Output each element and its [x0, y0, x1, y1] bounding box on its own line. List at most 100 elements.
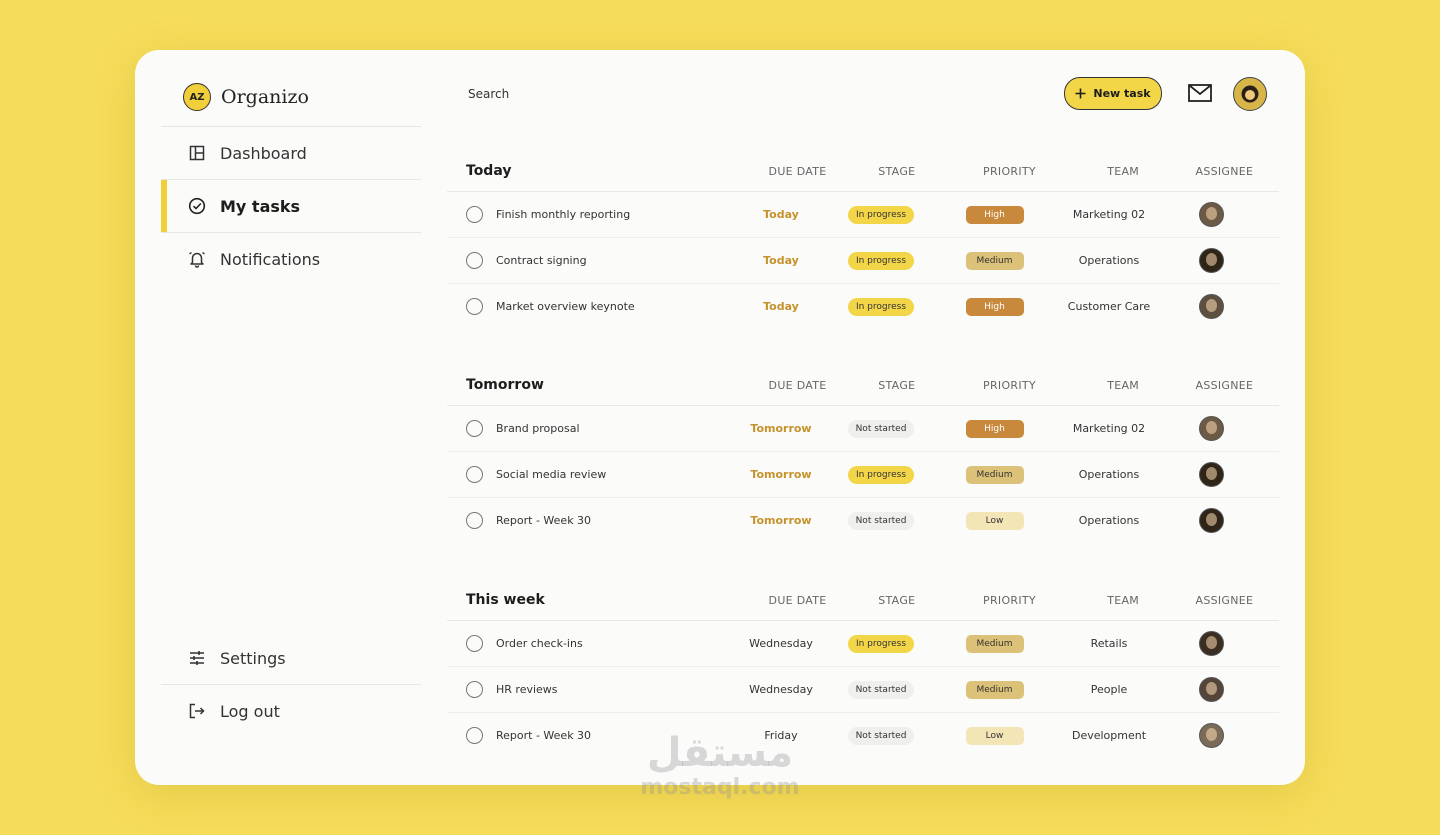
priority-cell: Low: [927, 726, 1062, 745]
sidebar-item-notifications[interactable]: Notifications: [161, 233, 421, 285]
column-header-due-date[interactable]: DUE DATE: [744, 165, 851, 178]
task-section: Tomorrow DUE DATE STAGE PRIORITY TEAM ASSIGNE…: [447, 365, 1279, 543]
stage-badge[interactable]: Not started: [847, 511, 915, 530]
assignee-avatar[interactable]: [1198, 508, 1224, 533]
task-checkbox[interactable]: [466, 206, 483, 223]
team-name: Marketing 02: [1072, 422, 1146, 435]
task-name[interactable]: Market overview keynote: [496, 300, 635, 313]
task-checkbox[interactable]: [466, 635, 483, 652]
table-row[interactable]: Report - Week 30 Friday Not started Low Deve…: [447, 713, 1279, 758]
stage-badge[interactable]: In progress: [847, 251, 915, 270]
sidebar-item-label: My tasks: [220, 196, 301, 216]
task-checkbox[interactable]: [466, 420, 483, 437]
priority-badge[interactable]: Medium: [965, 680, 1024, 699]
assignee-avatar[interactable]: [1198, 248, 1224, 273]
task-checkbox[interactable]: [466, 512, 483, 529]
assignee-avatar[interactable]: [1198, 631, 1224, 656]
table-row[interactable]: Brand proposal Tomorrow Not started High Mar…: [447, 406, 1279, 452]
priority-badge[interactable]: Medium: [965, 634, 1024, 653]
column-header-assignee[interactable]: ASSIGNEE: [1170, 594, 1279, 607]
stage-badge[interactable]: In progress: [847, 205, 915, 224]
priority-cell: Medium: [927, 465, 1062, 484]
column-header-assignee[interactable]: ASSIGNEE: [1170, 165, 1279, 178]
sidebar-item-dashboard[interactable]: Dashboard: [161, 127, 421, 180]
stage-badge[interactable]: Not started: [847, 680, 915, 699]
task-name[interactable]: Order check-ins: [496, 637, 583, 650]
team-name: Operations: [1078, 254, 1140, 267]
priority-badge[interactable]: High: [965, 297, 1024, 316]
due-date: Tomorrow: [750, 422, 812, 435]
table-row[interactable]: Finish monthly reporting Today In progress…: [447, 192, 1279, 238]
column-header-team[interactable]: TEAM: [1077, 594, 1170, 607]
table-row[interactable]: Contract signing Today In progress Medium Op…: [447, 238, 1279, 284]
column-header-team[interactable]: TEAM: [1077, 379, 1170, 392]
task-name[interactable]: Report - Week 30: [496, 729, 591, 742]
stage-badge[interactable]: Not started: [847, 419, 915, 438]
task-name[interactable]: Social media review: [496, 468, 606, 481]
column-header-team[interactable]: TEAM: [1077, 165, 1170, 178]
task-cell: Order check-ins: [447, 635, 727, 652]
due-date: Today: [763, 208, 799, 221]
priority-badge[interactable]: High: [965, 419, 1024, 438]
priority-cell: Medium: [927, 251, 1062, 270]
priority-badge[interactable]: Low: [965, 726, 1024, 745]
table-row[interactable]: Social media review Tomorrow In progress Me…: [447, 452, 1279, 498]
sidebar-item-my-tasks[interactable]: My tasks: [161, 180, 421, 233]
stage-badge[interactable]: In progress: [847, 465, 915, 484]
sidebar-item-settings[interactable]: Settings: [161, 632, 421, 685]
assignee-avatar[interactable]: [1198, 723, 1224, 748]
sidebar-item-label: Log out: [220, 701, 280, 721]
column-header-stage[interactable]: STAGE: [851, 379, 942, 392]
column-header-due-date[interactable]: DUE DATE: [744, 594, 851, 607]
column-header-priority[interactable]: PRIORITY: [942, 165, 1076, 178]
team-name: People: [1090, 683, 1128, 696]
stage-cell: In progress: [835, 205, 927, 224]
column-header-stage[interactable]: STAGE: [851, 165, 942, 178]
assignee-avatar[interactable]: [1198, 294, 1224, 319]
task-checkbox[interactable]: [466, 466, 483, 483]
task-checkbox[interactable]: [466, 298, 483, 315]
table-row[interactable]: Report - Week 30 Tomorrow Not started Low Op…: [447, 498, 1279, 543]
task-checkbox[interactable]: [466, 252, 483, 269]
mail-icon[interactable]: [1188, 84, 1212, 102]
team-name: Operations: [1078, 468, 1140, 481]
priority-cell: Medium: [927, 634, 1062, 653]
assignee-avatar[interactable]: [1198, 462, 1224, 487]
priority-badge[interactable]: Low: [965, 511, 1024, 530]
sliders-icon: [188, 649, 206, 667]
table-row[interactable]: HR reviews Wednesday Not started Medium Peop…: [447, 667, 1279, 713]
task-checkbox[interactable]: [466, 727, 483, 744]
priority-badge[interactable]: Medium: [965, 465, 1024, 484]
priority-cell: Low: [927, 511, 1062, 530]
task-name[interactable]: HR reviews: [496, 683, 558, 696]
task-name[interactable]: Finish monthly reporting: [496, 208, 630, 221]
assignee-avatar[interactable]: [1198, 677, 1224, 702]
column-header-priority[interactable]: PRIORITY: [942, 379, 1076, 392]
task-cell: Social media review: [447, 466, 727, 483]
table-row[interactable]: Order check-ins Wednesday In progress Mediu…: [447, 621, 1279, 667]
assignee-avatar[interactable]: [1198, 202, 1224, 227]
task-name[interactable]: Report - Week 30: [496, 514, 591, 527]
priority-badge[interactable]: High: [965, 205, 1024, 224]
user-avatar[interactable]: [1233, 77, 1267, 111]
table-row[interactable]: Market overview keynote Today In progress H…: [447, 284, 1279, 329]
assignee-cell: [1156, 631, 1266, 656]
priority-badge[interactable]: Medium: [965, 251, 1024, 270]
column-header-assignee[interactable]: ASSIGNEE: [1170, 379, 1279, 392]
stage-badge[interactable]: Not started: [847, 726, 915, 745]
stage-badge[interactable]: In progress: [847, 297, 915, 316]
search-input[interactable]: Search: [468, 87, 509, 101]
column-header-due-date[interactable]: DUE DATE: [744, 379, 851, 392]
stage-badge[interactable]: In progress: [847, 634, 915, 653]
column-header-stage[interactable]: STAGE: [851, 594, 942, 607]
column-header-priority[interactable]: PRIORITY: [942, 594, 1076, 607]
task-checkbox[interactable]: [466, 681, 483, 698]
brand[interactable]: AZ Organizo: [183, 83, 309, 111]
sidebar-item-logout[interactable]: Log out: [161, 685, 421, 737]
task-name[interactable]: Brand proposal: [496, 422, 580, 435]
assignee-avatar[interactable]: [1198, 416, 1224, 441]
stage-cell: Not started: [835, 726, 927, 745]
new-task-button[interactable]: New task: [1064, 77, 1162, 110]
task-name[interactable]: Contract signing: [496, 254, 587, 267]
bottom-nav: Settings Log out: [161, 632, 421, 737]
